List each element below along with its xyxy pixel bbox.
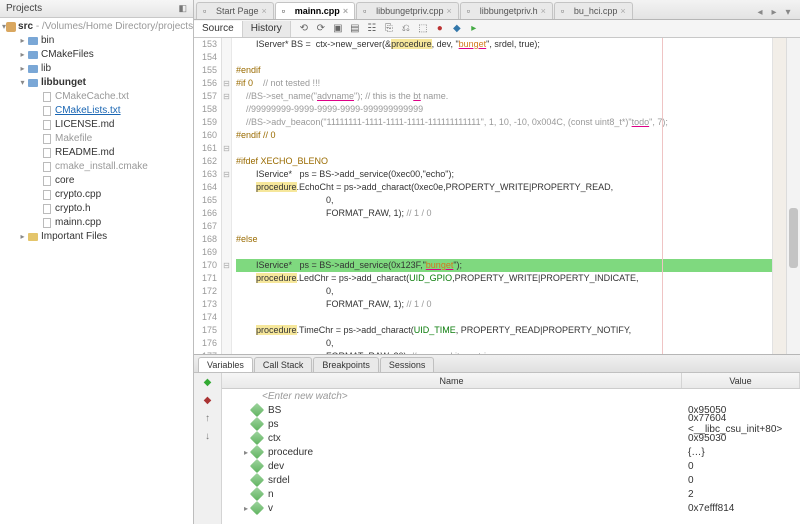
toolbar-icon[interactable]: ☷ xyxy=(365,23,379,35)
close-icon[interactable]: × xyxy=(343,6,348,16)
file-icon: ▫ xyxy=(363,6,373,16)
toolbar-icon[interactable]: ● xyxy=(433,23,447,35)
close-icon[interactable]: × xyxy=(620,6,625,16)
tree-item[interactable]: Makefile xyxy=(0,132,193,146)
toolbar-icon[interactable]: ⟳ xyxy=(314,23,328,35)
close-icon[interactable]: × xyxy=(446,6,451,16)
var-diamond-icon xyxy=(250,431,264,445)
subtab-history[interactable]: History xyxy=(243,21,291,37)
tree-item[interactable]: CMakeLists.txt xyxy=(0,104,193,118)
var-diamond-icon xyxy=(250,473,264,487)
tree-item[interactable]: crypto.h xyxy=(0,202,193,216)
tree-item[interactable]: ▸Important Files xyxy=(0,230,193,244)
debugger-tab[interactable]: Breakpoints xyxy=(313,357,379,372)
editor-tab[interactable]: ▫bu_hci.cpp× xyxy=(554,2,633,19)
debugger-tabs: VariablesCall StackBreakpointsSessions xyxy=(194,355,800,373)
sidebar-header: Projects ◧ xyxy=(0,0,193,18)
tree-item[interactable]: ▸lib xyxy=(0,62,193,76)
variable-row[interactable]: ps0x77604 <__libc_csu_init+80> xyxy=(222,417,800,431)
var-diamond-icon xyxy=(250,417,264,431)
watch-add-icon[interactable]: ◆ xyxy=(201,377,215,391)
col-value[interactable]: Value xyxy=(682,373,800,388)
tree-item[interactable]: CMakeCache.txt xyxy=(0,90,193,104)
tab-prev-icon[interactable]: ◂ xyxy=(754,7,766,19)
var-diamond-icon xyxy=(250,403,264,417)
editor-tabs: ▫Start Page×▫mainn.cpp×▫libbungetpriv.cp… xyxy=(194,0,800,20)
project-tree[interactable]: ▾ src - /Volumes/Home Directory/projects… xyxy=(0,18,193,524)
variable-row[interactable]: n2 xyxy=(222,487,800,501)
close-icon[interactable]: × xyxy=(262,6,267,16)
code-area[interactable]: IServer* BS = ctx->new_server(&procedure… xyxy=(232,38,772,354)
watch-remove-icon[interactable]: ◆ xyxy=(201,395,215,409)
debugger-toolbar: ◆ ◆ ↑ ↓ xyxy=(194,373,222,524)
tree-item[interactable]: crypto.cpp xyxy=(0,188,193,202)
toolbar-icon[interactable]: ⟲ xyxy=(297,23,311,35)
tree-item[interactable]: README.md xyxy=(0,146,193,160)
debugger-tab[interactable]: Call Stack xyxy=(254,357,313,372)
pin-icon[interactable]: ◧ xyxy=(178,3,187,14)
project-sidebar: Projects ◧ ▾ src - /Volumes/Home Directo… xyxy=(0,0,194,524)
sidebar-title: Projects xyxy=(6,3,42,14)
variable-row[interactable]: dev0 xyxy=(222,459,800,473)
tab-list-icon[interactable]: ▾ xyxy=(782,7,794,19)
var-diamond-icon xyxy=(250,445,264,459)
editor-tab[interactable]: ▫Start Page× xyxy=(196,2,274,19)
debugger-panel: VariablesCall StackBreakpointsSessions ◆… xyxy=(194,354,800,524)
line-gutter: 1531541551561571581591601611621631641651… xyxy=(194,38,222,354)
toolbar-icon[interactable]: ▸ xyxy=(467,23,481,35)
toolbar-icon[interactable]: ▤ xyxy=(348,23,362,35)
file-icon: ▫ xyxy=(561,6,571,16)
new-watch-hint[interactable]: <Enter new watch> xyxy=(222,389,800,403)
tab-next-icon[interactable]: ▸ xyxy=(768,7,780,19)
watch-up-icon[interactable]: ↑ xyxy=(201,413,215,427)
var-diamond-icon xyxy=(250,487,264,501)
file-icon: ▫ xyxy=(203,6,213,16)
var-diamond-icon xyxy=(250,459,264,473)
fold-gutter[interactable]: ⊟⊟⊟⊟⊟⊟ xyxy=(222,38,232,354)
variable-row[interactable]: ▸v0x7efff814 xyxy=(222,501,800,515)
file-icon: ▫ xyxy=(282,6,292,16)
editor-subtabs: Source History ⟲ ⟳ ▣ ▤ ☷ ⎘ ⎌ ⬚ ● ◆ ▸ xyxy=(194,20,800,38)
tree-item[interactable]: ▾libbunget xyxy=(0,76,193,90)
variables-table: Name Value <Enter new watch> BS0x95050ps… xyxy=(222,373,800,524)
error-stripe[interactable] xyxy=(772,38,786,354)
tree-item[interactable]: ▸CMakeFiles xyxy=(0,48,193,62)
tree-item[interactable]: cmake_install.cmake xyxy=(0,160,193,174)
col-name[interactable]: Name xyxy=(222,373,682,388)
tree-item[interactable]: core xyxy=(0,174,193,188)
subtab-source[interactable]: Source xyxy=(194,21,243,37)
toolbar-icon[interactable]: ⬚ xyxy=(416,23,430,35)
debugger-tab[interactable]: Variables xyxy=(198,357,253,372)
tree-item[interactable]: mainn.cpp xyxy=(0,216,193,230)
editor-tab[interactable]: ▫mainn.cpp× xyxy=(275,2,355,19)
code-editor[interactable]: 1531541551561571581591601611621631641651… xyxy=(194,38,800,354)
tab-controls: ◂ ▸ ▾ xyxy=(754,7,800,19)
toolbar-icon[interactable]: ◆ xyxy=(450,23,464,35)
editor-tab[interactable]: ▫libbungetpriv.h× xyxy=(460,2,553,19)
vertical-scrollbar[interactable] xyxy=(786,38,800,354)
variable-row[interactable]: srdel0 xyxy=(222,473,800,487)
editor-tab[interactable]: ▫libbungetpriv.cpp× xyxy=(356,2,459,19)
tree-root[interactable]: ▾ src - /Volumes/Home Directory/projects… xyxy=(0,20,193,34)
variable-row[interactable]: ▸procedure{…} xyxy=(222,445,800,459)
variable-row[interactable]: ctx0x95030 xyxy=(222,431,800,445)
watch-down-icon[interactable]: ↓ xyxy=(201,431,215,445)
tree-item[interactable]: LICENSE.md xyxy=(0,118,193,132)
close-icon[interactable]: × xyxy=(541,6,546,16)
var-diamond-icon xyxy=(250,501,264,515)
toolbar-icon[interactable]: ⎌ xyxy=(399,23,413,35)
file-icon: ▫ xyxy=(467,6,477,16)
toolbar-icon[interactable]: ▣ xyxy=(331,23,345,35)
tree-item[interactable]: ▸bin xyxy=(0,34,193,48)
debugger-tab[interactable]: Sessions xyxy=(380,357,435,372)
toolbar-icon[interactable]: ⎘ xyxy=(382,23,396,35)
